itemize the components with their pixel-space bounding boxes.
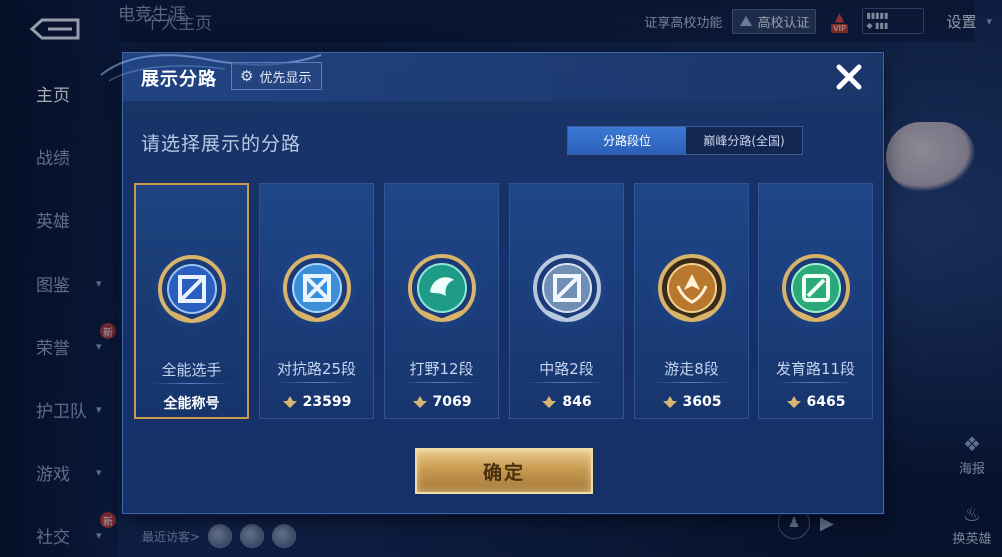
farm-lane-emblem-icon <box>781 254 850 322</box>
priority-display-button[interactable]: ⚙ 优先显示 <box>231 62 323 90</box>
lane-card-footer-text: 846 <box>562 394 592 410</box>
lane-card-label: 中路2段 <box>539 360 594 378</box>
all-round-emblem-icon <box>157 255 226 323</box>
lane-card-farm[interactable]: 发育路11段 6465 <box>758 183 873 419</box>
card-divider <box>152 383 231 384</box>
rank-points-icon <box>786 396 801 408</box>
lane-card-roam[interactable]: 游走8段 3605 <box>634 183 749 419</box>
lane-card-label: 打野12段 <box>409 360 474 378</box>
lane-card-clash[interactable]: 对抗路25段 23599 <box>259 183 374 419</box>
mid-lane-emblem-icon <box>532 254 601 322</box>
jungle-emblem-icon <box>407 254 476 322</box>
lane-card-jungle[interactable]: 打野12段 7069 <box>384 183 499 419</box>
dialog-title: 展示分路 <box>141 69 217 90</box>
close-icon <box>836 64 862 90</box>
card-divider <box>775 382 856 383</box>
rank-points-icon <box>282 396 297 408</box>
card-divider <box>526 382 607 383</box>
priority-display-label: 优先显示 <box>259 70 312 86</box>
lane-card-label: 全能选手 <box>161 361 222 379</box>
lane-card-footer-text: 3605 <box>682 394 722 410</box>
card-divider <box>651 382 732 383</box>
close-button[interactable] <box>831 59 867 95</box>
lane-card-all-round[interactable]: 全能选手 全能称号 <box>134 183 249 419</box>
lane-card-footer-text: 23599 <box>302 394 352 410</box>
tab-peak-lane[interactable]: 巅峰分路(全国) <box>686 127 802 154</box>
dialog-subtitle: 请选择展示的分路 <box>141 133 302 155</box>
card-divider <box>276 382 357 383</box>
rank-points-icon <box>662 396 677 408</box>
gear-icon: ⚙ <box>240 67 254 85</box>
lane-card-footer: 7069 <box>385 390 498 414</box>
ranking-toggle: 分路段位 巅峰分路(全国) <box>567 126 803 155</box>
lane-card-footer: 全能称号 <box>136 391 247 415</box>
lane-card-footer: 6465 <box>759 390 872 414</box>
lane-card-footer-text: 7069 <box>432 394 472 410</box>
lane-card-label: 发育路11段 <box>775 360 856 378</box>
rank-points-icon <box>412 396 427 408</box>
card-divider <box>401 382 482 383</box>
lane-card-footer: 846 <box>510 390 623 414</box>
lane-card-footer: 23599 <box>260 390 373 414</box>
lane-card-footer-text: 全能称号 <box>163 396 220 412</box>
tab-lane-rank[interactable]: 分路段位 <box>568 127 686 154</box>
lane-card-footer: 3605 <box>635 390 748 414</box>
lane-card-label: 游走8段 <box>664 360 719 378</box>
rank-points-icon <box>542 396 557 408</box>
lane-card-footer-text: 6465 <box>806 394 846 410</box>
confirm-button[interactable]: 确定 <box>415 448 593 494</box>
lane-display-dialog: 展示分路 ⚙ 优先显示 请选择展示的分路 分路段位 巅峰分路(全国) 全能选手 … <box>100 52 884 514</box>
clash-lane-emblem-icon <box>282 254 351 322</box>
lane-card-mid[interactable]: 中路2段 846 <box>509 183 624 419</box>
lane-card-label: 对抗路25段 <box>276 360 357 378</box>
roam-emblem-icon <box>657 254 726 322</box>
